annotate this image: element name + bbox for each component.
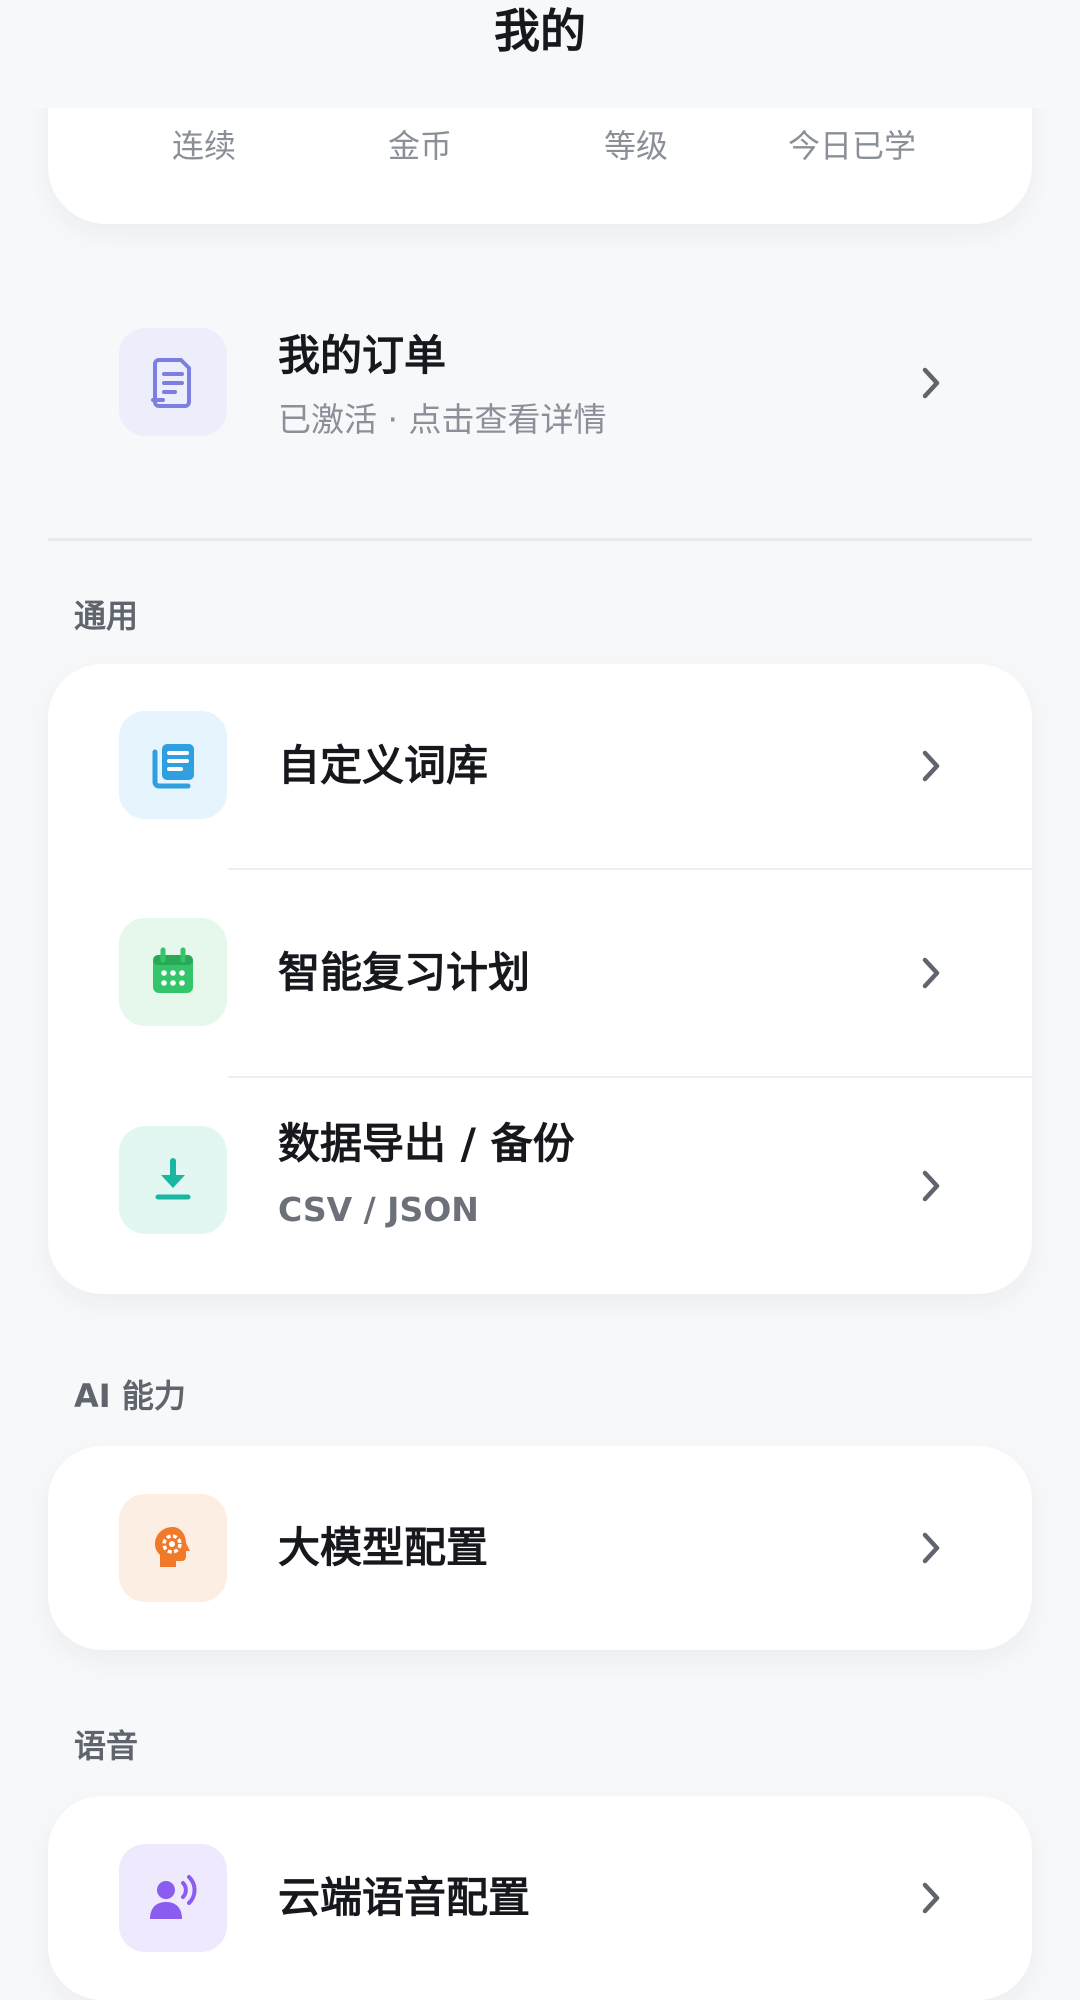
ai-settings-card: 大模型配置	[48, 1446, 1032, 1650]
section-divider	[48, 538, 1032, 541]
voice-settings-card: 云端语音配置	[48, 1796, 1032, 2000]
custom-vocabulary-row[interactable]: 自定义词库	[48, 664, 1032, 868]
brain-gear-icon	[119, 1494, 227, 1602]
smart-review-plan-title: 智能复习计划	[278, 948, 531, 997]
llm-config-title: 大模型配置	[278, 1523, 489, 1572]
llm-config-row[interactable]: 大模型配置	[48, 1446, 1032, 1650]
my-orders-subtitle: 已激活 · 点击查看详情	[278, 400, 607, 439]
chevron-right-icon	[922, 367, 940, 399]
chevron-right-icon	[922, 1170, 940, 1202]
chevron-right-icon	[922, 750, 940, 782]
book-list-icon	[119, 711, 227, 819]
data-export-backup-title: 数据导出 / 备份	[278, 1119, 575, 1168]
download-icon	[119, 1126, 227, 1234]
data-export-backup-subtitle: CSV / JSON	[278, 1190, 479, 1229]
receipt-icon	[119, 328, 227, 436]
chevron-right-icon	[922, 957, 940, 989]
stat-level-label: 等级	[603, 127, 668, 165]
stat-coins-label: 金币	[387, 127, 452, 165]
top-app-bar: 我的	[0, 0, 1080, 108]
smart-review-plan-row[interactable]: 智能复习计划	[48, 870, 1032, 1076]
cloud-voice-config-row[interactable]: 云端语音配置	[48, 1796, 1032, 2000]
page-title: 我的	[494, 4, 586, 58]
cloud-voice-config-title: 云端语音配置	[278, 1873, 531, 1922]
chevron-right-icon	[922, 1532, 940, 1564]
my-orders-row[interactable]: 我的订单 已激活 · 点击查看详情	[48, 300, 1032, 470]
data-export-backup-row[interactable]: 数据导出 / 备份 CSV / JSON	[48, 1078, 1032, 1294]
calendar-icon	[119, 918, 227, 1026]
section-label-voice: 语音	[74, 1727, 139, 1765]
my-orders-title: 我的订单	[278, 331, 447, 380]
chevron-right-icon	[922, 1882, 940, 1914]
stat-today-label: 今日已学	[787, 127, 916, 165]
section-label-ai: AI 能力	[74, 1377, 186, 1415]
custom-vocabulary-title: 自定义词库	[278, 741, 489, 790]
general-settings-card: 自定义词库 智能复习计划 数据导出 / 备份 CSV / JSON	[48, 664, 1032, 1294]
section-label-general: 通用	[74, 597, 139, 635]
stat-streak-label: 连续	[171, 127, 236, 165]
voice-user-icon	[119, 1844, 227, 1952]
